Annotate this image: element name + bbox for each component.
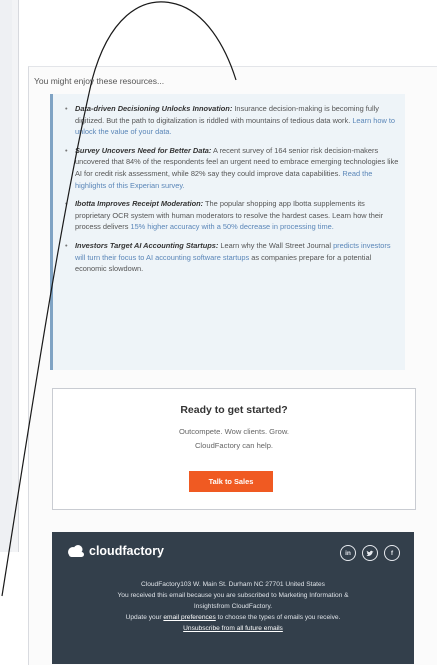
background-sheet xyxy=(0,0,19,552)
resource-item: • Ibotta Improves Receipt Moderation: Th… xyxy=(65,198,399,233)
talk-to-sales-button[interactable]: Talk to Sales xyxy=(189,471,273,492)
update-prefix: Update your xyxy=(125,614,164,621)
resource-item: • Survey Uncovers Need for Better Data: … xyxy=(65,145,399,191)
cta-line-2: CloudFactory can help. xyxy=(194,441,274,450)
cloudfactory-logo[interactable]: cloudfactory xyxy=(66,544,164,558)
resource-item: • Data-driven Decisioning Unlocks Innova… xyxy=(65,103,399,138)
bullet-icon: • xyxy=(65,145,68,155)
logo-text: cloudfactory xyxy=(89,544,165,558)
footer-notice-2: Insightsfrom CloudFactory. xyxy=(193,603,273,610)
twitter-bird-icon xyxy=(366,550,374,556)
resource-title: Survey Uncovers Need for Better Data: xyxy=(75,145,212,155)
resources-box: • Data-driven Decisioning Unlocks Innova… xyxy=(50,94,405,370)
resource-body: Learn why the Wall Street Journal xyxy=(218,240,334,250)
email-preferences-link[interactable]: email preferences xyxy=(163,614,215,621)
facebook-icon[interactable]: f xyxy=(384,545,400,561)
bullet-icon: • xyxy=(65,104,68,113)
bullet-icon: • xyxy=(65,199,68,209)
cta-line-1: Outcompete. Wow clients. Grow. xyxy=(178,427,289,436)
linkedin-icon[interactable]: in xyxy=(340,545,356,561)
cloud-logo-icon xyxy=(68,545,84,557)
resource-item: • Investors Target AI Accounting Startup… xyxy=(65,240,399,275)
cta-box: Ready to get started? Outcompete. Wow cl… xyxy=(52,388,416,510)
footer-update-line: Update your email preferences to choose … xyxy=(52,614,414,621)
update-suffix: to choose the types of emails you receiv… xyxy=(215,614,341,621)
resources-intro: You might enjoy these resources... xyxy=(34,76,165,86)
unsubscribe-line: Unsubscribe from all future emails xyxy=(52,625,414,632)
email-footer: cloudfactory in f CloudFactory103 W. Mai… xyxy=(52,532,414,664)
resource-title: Ibotta Improves Receipt Moderation: xyxy=(75,199,204,209)
bullet-icon: • xyxy=(65,240,68,250)
resource-title: Investors Target AI Accounting Startups: xyxy=(75,240,219,250)
footer-notice-1: You received this email because you are … xyxy=(117,592,349,599)
resources-list: • Data-driven Decisioning Unlocks Innova… xyxy=(53,94,405,275)
resource-title: Data-driven Decisioning Unlocks Innovati… xyxy=(75,104,233,113)
resource-link[interactable]: 15% higher accuracy with a 50% decrease … xyxy=(130,222,333,231)
twitter-icon[interactable] xyxy=(362,545,378,561)
unsubscribe-link[interactable]: Unsubscribe from all future emails xyxy=(183,625,283,632)
footer-address: CloudFactory103 W. Main St. Durham NC 27… xyxy=(141,581,325,588)
background-sheet-inner xyxy=(0,0,12,552)
social-links: in f xyxy=(340,545,400,561)
cta-title: Ready to get started? xyxy=(180,404,288,416)
